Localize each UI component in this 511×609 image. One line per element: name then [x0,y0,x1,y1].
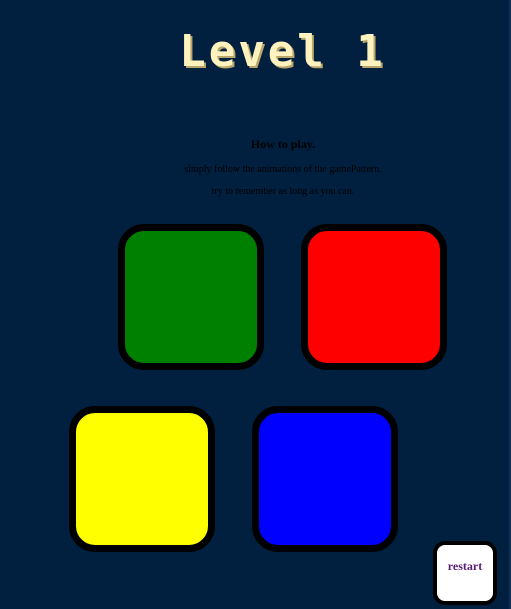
game-stage: Level 1 How to play. simply follow the a… [0,0,511,609]
blue-pad[interactable] [252,406,398,552]
green-pad[interactable] [118,224,264,370]
red-pad[interactable] [301,224,447,370]
how-to-play-heading: How to play. [250,137,316,151]
instruction-line-1: simply follow the animations of the game… [184,164,382,175]
instruction-line-2: try to remember as long as you can. [211,186,355,197]
yellow-pad[interactable] [69,406,215,552]
level-title: Level 1 [179,26,386,77]
restart-button[interactable]: restart [433,541,497,605]
